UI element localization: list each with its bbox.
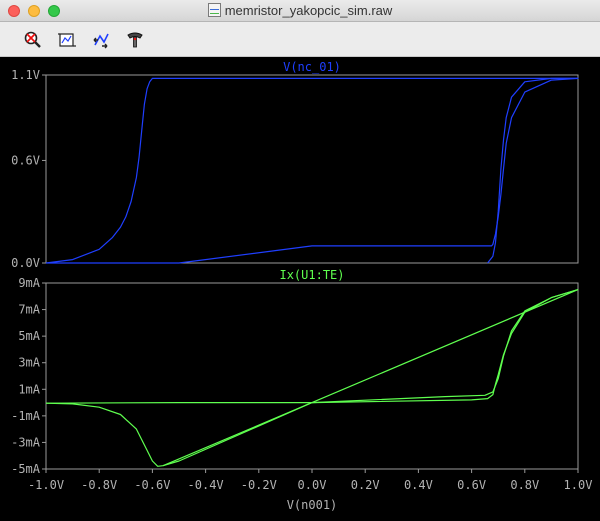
y-tick-label: 9mA [18,276,40,290]
x-tick-label: -0.8V [81,478,117,492]
current-pane[interactable]: Ix(U1:TE) 9mA 7mA 5mA 3mA 1mA -1mA -3mA -5mA -1.0… [11,268,592,512]
trace-current-2[interactable] [162,289,579,467]
window-titlebar: memristor_yakopcic_sim.raw [0,0,600,22]
y-tick-label: 0.6V [11,153,40,167]
window-title: memristor_yakopcic_sim.raw [224,3,393,18]
x-tick-label: -1.0V [28,478,64,492]
zoom-to-fit-button[interactable] [22,29,44,51]
x-tick-label: 1.0V [564,478,593,492]
x-tick-label: 0.8V [510,478,539,492]
y-tick-label: 1.1V [11,68,40,82]
plot-frame [45,74,579,264]
probe-button[interactable] [124,29,146,51]
window-title-area: memristor_yakopcic_sim.raw [0,3,600,18]
zoom-area-icon [58,33,76,47]
y-tick-label: 1mA [18,382,40,396]
trace-current-0[interactable] [45,289,579,467]
waveform-plot[interactable]: V(nc_01) 1.1V 0.6V 0.0V Ix(U1:TE) 9mA 7mA 5mA 3m… [0,57,600,521]
x-tick-label: -0.6V [134,478,170,492]
toolbar [0,22,600,57]
waveform-file-icon [207,3,221,17]
y-tick-label: -3mA [11,435,41,449]
trace-current-1[interactable] [45,289,579,404]
x-tick-label: 0.6V [457,478,486,492]
y-tick-label: 0.0V [11,256,40,270]
y-tick-label: -5mA [11,462,41,476]
zoom-to-fit-icon [24,31,41,48]
waveform-viewer[interactable]: V(nc_01) 1.1V 0.6V 0.0V Ix(U1:TE) 9mA 7mA 5mA 3m… [0,57,600,521]
trace-voltage-1[interactable] [487,77,578,264]
x-tick-label: -0.2V [241,478,277,492]
x-tick-label: 0.2V [351,478,380,492]
pane-title[interactable]: V(nc_01) [283,60,341,74]
y-tick-label: -1mA [11,409,41,423]
x-axis-title[interactable]: V(n001) [287,498,338,512]
x-tick-label: 0.4V [404,478,433,492]
pan-button[interactable] [90,29,112,51]
voltage-pane[interactable]: V(nc_01) 1.1V 0.6V 0.0V [11,60,579,270]
y-tick-label: 3mA [18,356,40,370]
zoom-area-button[interactable] [56,29,78,51]
trace-voltage-0[interactable] [45,77,579,264]
probe-icon [127,32,143,48]
x-tick-label: -0.4V [188,478,224,492]
x-tick-label: 0.0V [298,478,327,492]
pan-icon [93,33,109,49]
y-tick-label: 7mA [18,303,40,317]
y-tick-label: 5mA [18,329,40,343]
pane-title[interactable]: Ix(U1:TE) [279,268,344,282]
